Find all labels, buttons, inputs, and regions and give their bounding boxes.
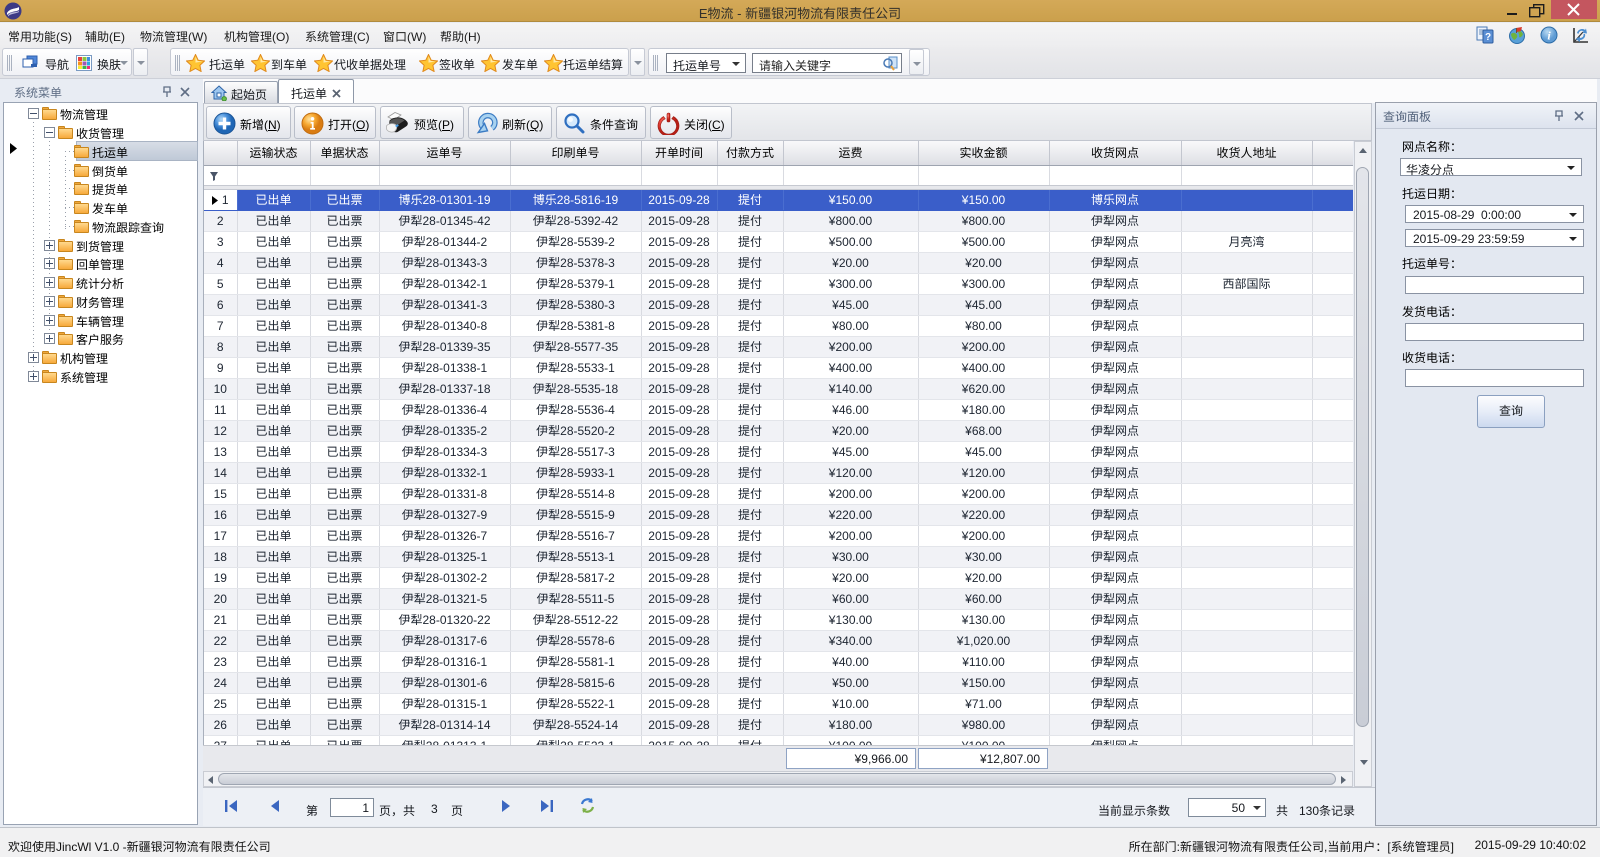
svg-text:?: ? [1485, 32, 1491, 43]
